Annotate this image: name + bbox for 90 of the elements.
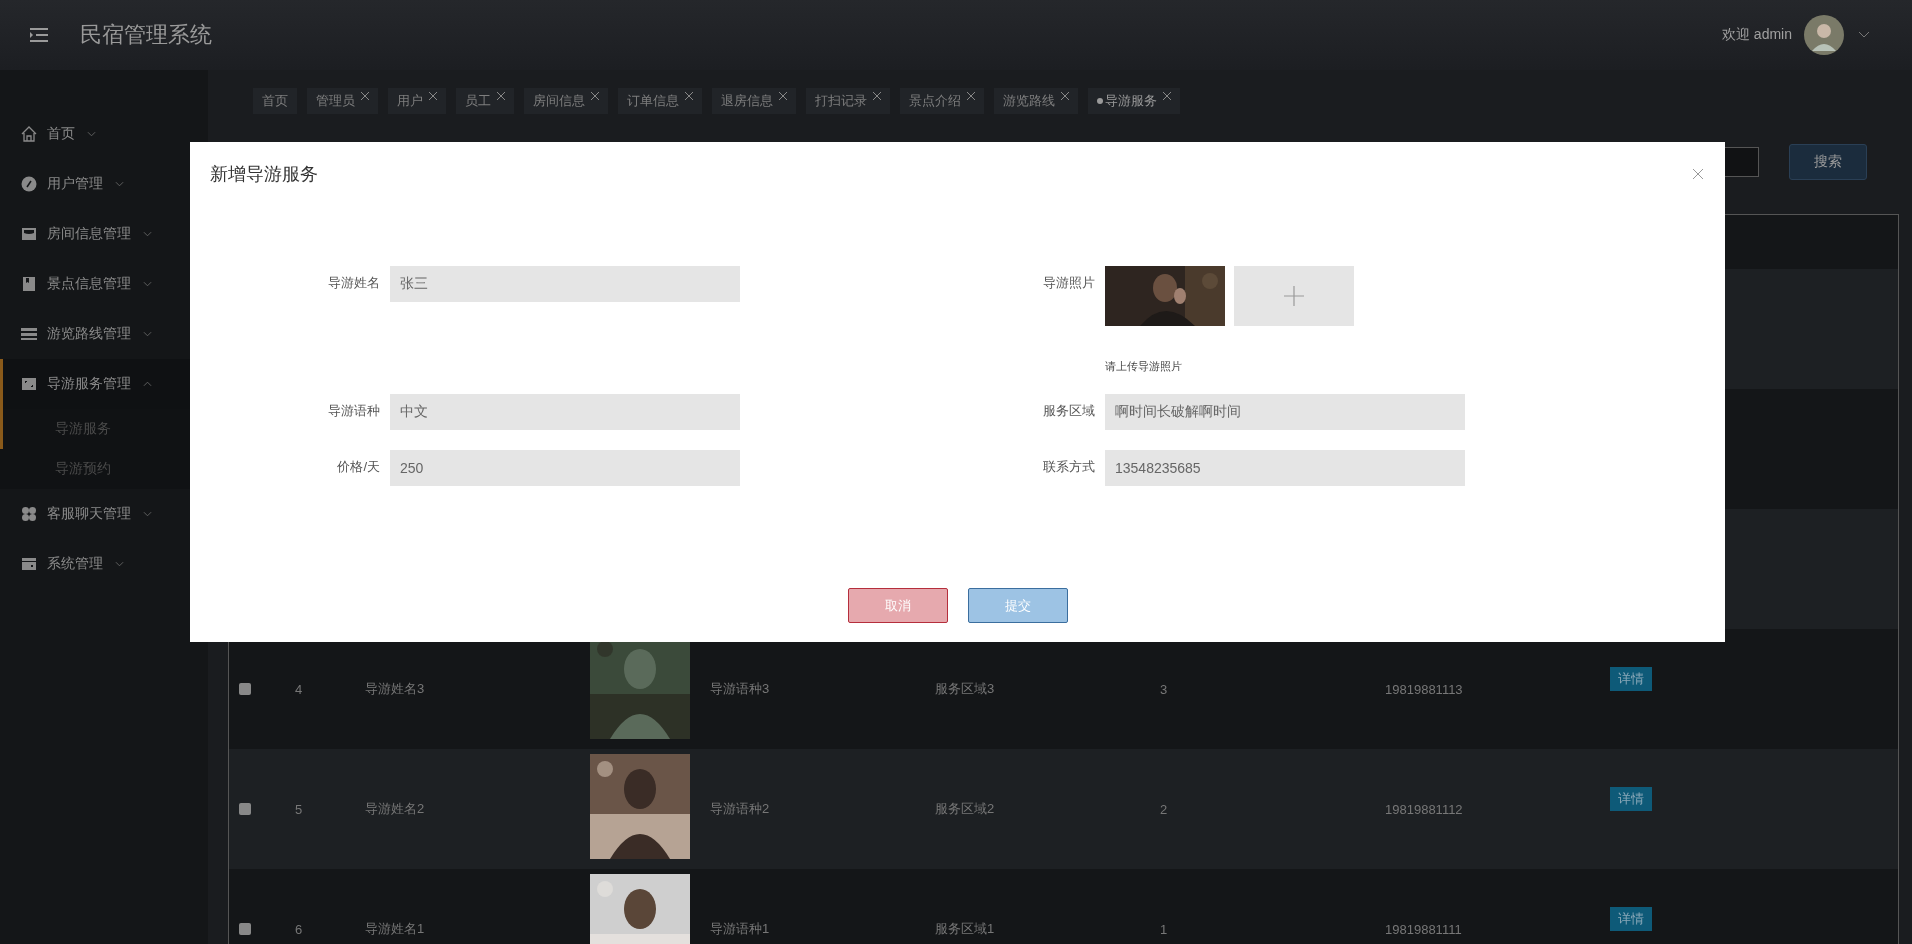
table-cell-text: 3 — [1160, 681, 1169, 697]
table-cell-text: 导游姓名2 — [365, 800, 426, 818]
bookmark-icon — [21, 276, 37, 292]
detail-button[interactable]: 详情 — [1610, 907, 1652, 931]
close-icon[interactable] — [685, 92, 693, 100]
field-label: 价格/天 — [336, 458, 380, 476]
close-icon[interactable] — [361, 92, 369, 100]
table-cell-text: 服务区域2 — [935, 800, 996, 818]
table-cell-text: 1 — [1160, 921, 1169, 937]
table-cell-text: 19819881113 — [1385, 681, 1464, 697]
input-field[interactable]: 13548235685 — [1105, 450, 1465, 486]
table-cell-text: 19819881111 — [1385, 921, 1463, 937]
field-label: 服务区域 — [1042, 402, 1095, 420]
close-icon[interactable] — [497, 92, 505, 100]
close-icon[interactable] — [1693, 169, 1703, 179]
active-dot-icon — [1097, 98, 1103, 104]
detail-button[interactable]: 详情 — [1610, 787, 1652, 811]
sidebar-item[interactable]: 客服聊天管理 — [0, 489, 208, 539]
tab[interactable]: 首页 — [253, 88, 297, 114]
field-label: 导游姓名 — [327, 274, 380, 292]
caret-icon[interactable] — [1858, 31, 1870, 39]
table-cell-text: 服务区域3 — [935, 680, 996, 698]
field-label: 导游语种 — [327, 402, 380, 420]
plus-icon — [1284, 286, 1304, 306]
sidebar-item[interactable]: 系统管理 — [0, 539, 208, 589]
table-cell-text: 5 — [295, 801, 304, 817]
close-icon[interactable] — [1061, 92, 1069, 100]
tab[interactable]: 管理员 — [307, 88, 378, 114]
close-icon[interactable] — [967, 92, 975, 100]
close-icon[interactable] — [429, 92, 437, 100]
app-title: 民宿管理系统 — [80, 21, 212, 49]
table-cell-text: 4 — [295, 681, 304, 697]
wallet-icon — [21, 556, 37, 572]
close-icon[interactable] — [873, 92, 881, 100]
row-checkbox[interactable] — [239, 683, 251, 695]
caret-icon — [115, 561, 124, 567]
tab[interactable]: 订单信息 — [618, 88, 702, 114]
home-icon — [21, 126, 37, 142]
sidebar-item[interactable]: 房间信息管理 — [0, 209, 208, 259]
tab[interactable]: 导游服务 — [1088, 88, 1180, 114]
table-cell-text: 导游语种3 — [710, 680, 771, 698]
tab[interactable]: 打扫记录 — [806, 88, 890, 114]
input-field[interactable]: 张三 — [390, 266, 740, 302]
field-label: 导游照片 — [1042, 274, 1095, 292]
tab[interactable]: 员工 — [456, 88, 514, 114]
sidebar-item[interactable]: 首页 — [0, 109, 208, 159]
caret-icon — [87, 131, 96, 137]
gauge-icon — [21, 176, 37, 192]
welcome-text: 欢迎 admin — [1721, 26, 1792, 44]
input-field[interactable]: 中文 — [390, 394, 740, 430]
dialog-title: 新增导游服务 — [210, 163, 318, 186]
rows-icon — [21, 326, 37, 342]
detail-button[interactable]: 详情 — [1610, 667, 1652, 691]
caret-icon — [143, 381, 152, 387]
input-field[interactable]: 250 — [390, 450, 740, 486]
tab[interactable]: 退房信息 — [712, 88, 796, 114]
close-icon[interactable] — [1163, 92, 1171, 100]
tab[interactable]: 房间信息 — [524, 88, 608, 114]
table-cell-text: 2 — [1160, 801, 1169, 817]
table-cell-text: 导游语种1 — [710, 920, 771, 938]
sidebar-item[interactable]: 游览路线管理 — [0, 309, 208, 359]
tab[interactable]: 用户 — [388, 88, 446, 114]
table-cell-text: 6 — [295, 921, 304, 937]
caret-icon — [143, 331, 152, 337]
caret-icon — [143, 281, 152, 287]
input-field[interactable]: 啊时间长破解啊时间 — [1105, 394, 1465, 430]
menu-icon[interactable] — [30, 28, 48, 42]
clover-icon — [21, 506, 37, 522]
store-icon — [21, 226, 37, 242]
caret-icon — [143, 511, 152, 517]
row-checkbox[interactable] — [239, 923, 251, 935]
caret-icon — [143, 231, 152, 237]
table-cell-text: 服务区域1 — [935, 920, 996, 938]
field-label: 联系方式 — [1042, 458, 1095, 476]
table-cell-text: 导游姓名1 — [365, 920, 426, 938]
sidebar-item[interactable]: 用户管理 — [0, 159, 208, 209]
close-icon[interactable] — [591, 92, 599, 100]
tab[interactable]: 游览路线 — [994, 88, 1078, 114]
sidebar-item[interactable]: 景点信息管理 — [0, 259, 208, 309]
table-cell-text: 导游语种2 — [710, 800, 771, 818]
search-button[interactable]: 搜索 — [1789, 144, 1867, 180]
table-cell-text: 导游姓名3 — [365, 680, 426, 698]
caret-icon — [115, 181, 124, 187]
tab[interactable]: 景点介绍 — [900, 88, 984, 114]
avatar-icon[interactable] — [1804, 15, 1844, 55]
row-checkbox[interactable] — [239, 803, 251, 815]
table-cell-text: 19819881112 — [1385, 801, 1464, 817]
image-icon — [21, 376, 37, 392]
close-icon[interactable] — [779, 92, 787, 100]
upload-hint: 请上传导游照片 — [1105, 359, 1183, 374]
